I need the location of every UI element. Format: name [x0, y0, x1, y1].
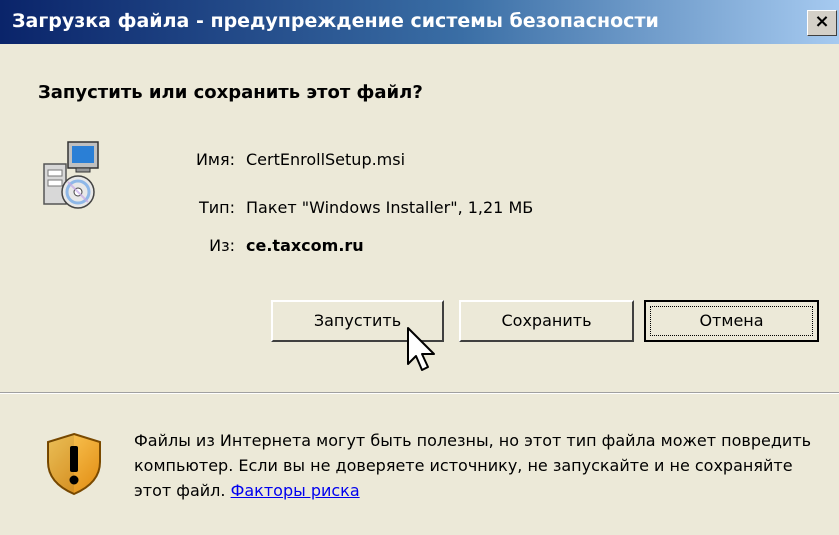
window-title: Загрузка файла - предупреждение системы …	[12, 10, 659, 32]
warning-message: Файлы из Интернета могут быть полезны, н…	[134, 428, 824, 503]
close-button[interactable]: ×	[807, 10, 837, 36]
risk-factors-link[interactable]: Факторы риска	[231, 481, 360, 500]
security-shield-warning-icon	[47, 432, 101, 496]
file-name-value: CertEnrollSetup.msi	[246, 150, 406, 169]
close-icon: ×	[814, 11, 830, 32]
section-divider	[0, 392, 839, 394]
title-bar[interactable]: Загрузка файла - предупреждение системы …	[0, 0, 839, 44]
dialog-heading: Запустить или сохранить этот файл?	[38, 82, 423, 103]
run-button-label: Запустить	[313, 311, 402, 330]
installer-package-icon	[43, 141, 99, 209]
mouse-pointer-icon	[407, 327, 435, 371]
save-button[interactable]: Сохранить	[459, 300, 634, 342]
cancel-button-label: Отмена	[699, 311, 764, 330]
file-type-value: Пакет "Windows Installer", 1,21 МБ	[246, 198, 534, 217]
name-label: Имя:	[195, 150, 235, 169]
source-value: ce.taxcom.ru	[246, 236, 364, 255]
save-button-label: Сохранить	[501, 311, 592, 330]
from-label: Из:	[209, 236, 235, 255]
cancel-button[interactable]: Отмена	[644, 300, 819, 342]
type-label: Тип:	[198, 198, 235, 217]
security-warning-dialog: Загрузка файла - предупреждение системы …	[0, 0, 839, 535]
cancel-focus-rect: Отмена	[650, 306, 813, 336]
